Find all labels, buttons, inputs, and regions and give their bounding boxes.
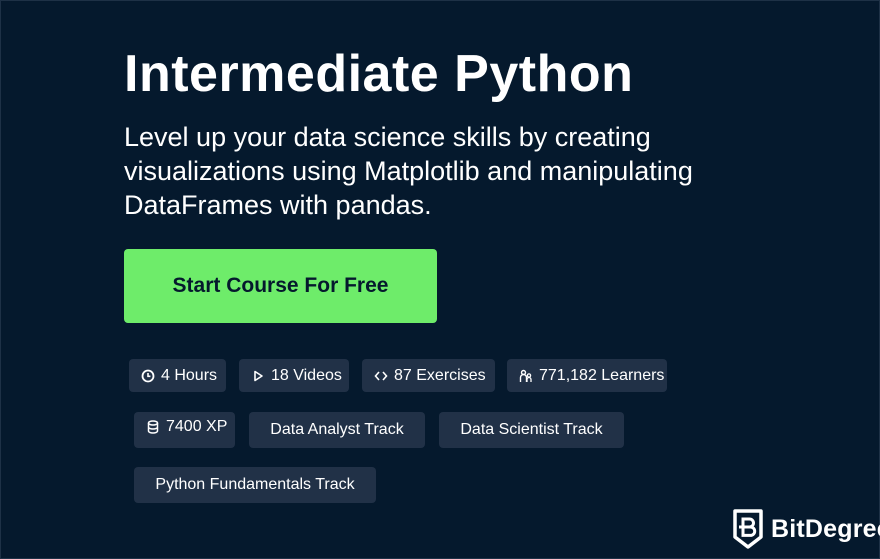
stat-label: 771,182 Learners [539, 366, 665, 384]
course-title: Intermediate Python [124, 45, 634, 103]
stat-learners: 771,182 Learners [507, 359, 667, 392]
track-label: Python Fundamentals Track [155, 476, 355, 493]
start-course-button[interactable]: Start Course For Free [124, 249, 437, 323]
track-data-analyst[interactable]: Data Analyst Track [249, 412, 425, 448]
stat-label: 4 Hours [161, 366, 218, 384]
track-label: Data Scientist Track [460, 421, 603, 438]
track-python-fundamentals[interactable]: Python Fundamentals Track [134, 467, 376, 503]
database-icon [147, 420, 159, 434]
stat-label: 87 Exercises [394, 366, 486, 384]
play-icon [254, 370, 263, 381]
learners-icon [519, 369, 532, 382]
stat-videos: 18 Videos [239, 359, 349, 392]
track-data-scientist[interactable]: Data Scientist Track [439, 412, 624, 448]
code-icon [374, 370, 388, 381]
course-description: Level up your data science skills by cre… [124, 122, 693, 220]
stat-hours: 4 Hours [129, 359, 226, 392]
clock-icon [141, 369, 155, 382]
stat-label: 18 Videos [271, 366, 342, 384]
stat-exercises: 87 Exercises [362, 359, 495, 392]
bitdegree-shield-icon [733, 509, 763, 549]
stat-xp: 7400 XP [134, 412, 235, 448]
bitdegree-watermark: BitDegree [733, 509, 880, 549]
stat-label: 7400 XP [166, 418, 228, 435]
track-label: Data Analyst Track [270, 421, 404, 438]
bitdegree-label: BitDegree [771, 514, 880, 543]
